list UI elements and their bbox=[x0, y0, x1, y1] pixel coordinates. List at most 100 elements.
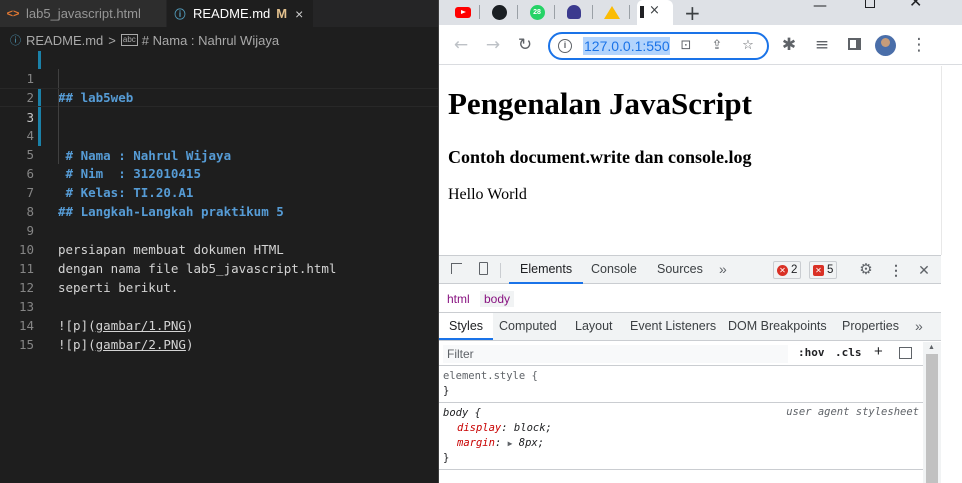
markdown-file-icon: ⓘ bbox=[174, 8, 186, 21]
close-devtools-icon[interactable]: ✕ bbox=[916, 262, 932, 278]
whatsapp-icon[interactable]: 28 bbox=[527, 3, 547, 21]
user-agent-rule: body { user agent stylesheet display: bl… bbox=[439, 403, 923, 470]
tab-styles[interactable]: Styles bbox=[439, 313, 494, 340]
element-style-rule: element.style { } bbox=[439, 366, 923, 403]
code-editor[interactable]: 1 ## lab5web 2 3 # Nama : Nahrul Wijaya … bbox=[0, 50, 440, 352]
github-icon[interactable] bbox=[489, 3, 509, 21]
tab-divider bbox=[629, 5, 630, 19]
site-info-icon[interactable]: i bbox=[558, 39, 572, 53]
page-scrollbar[interactable] bbox=[941, 66, 962, 255]
page-heading: Pengenalan JavaScript bbox=[448, 86, 752, 121]
tab-elements[interactable]: Elements bbox=[509, 256, 584, 284]
tab-divider bbox=[554, 5, 555, 19]
translate-icon[interactable]: ⊡ bbox=[678, 38, 694, 54]
chrome-window: 28 × + — ✕ ← → ↻ i 127.0.0.1:5500 ⊡ ⇪ ☆ … bbox=[438, 0, 962, 483]
tab-dom-breakpoints[interactable]: DOM Breakpoints bbox=[728, 313, 827, 340]
editor-line: 10 dengan nama file lab5_javascript.html bbox=[0, 221, 440, 276]
device-toolbar-icon[interactable] bbox=[475, 262, 491, 278]
reload-button[interactable]: ↻ bbox=[515, 35, 535, 55]
breadcrumb-file[interactable]: README.md bbox=[26, 33, 103, 48]
editor-line: 9 persiapan membuat dokumen HTML bbox=[0, 202, 440, 257]
crumb-html[interactable]: html bbox=[443, 291, 474, 307]
tab-readme-md[interactable]: ⓘ README.md M × bbox=[167, 0, 313, 27]
hover-state-toggle[interactable]: :hov bbox=[798, 346, 825, 359]
class-toggle[interactable]: .cls bbox=[835, 346, 862, 359]
page-subheading: Contoh document.write dan console.log bbox=[448, 147, 752, 167]
markdown-file-icon: ⓘ bbox=[10, 35, 21, 47]
close-icon[interactable]: × bbox=[295, 6, 303, 22]
css-value: block; bbox=[513, 422, 552, 434]
tab-computed[interactable]: Computed bbox=[499, 313, 557, 340]
editor-line-current: 3 # Nama : Nahrul Wijaya bbox=[0, 88, 440, 163]
minimize-button[interactable]: — bbox=[813, 0, 827, 14]
tab-lab5-javascript-html[interactable]: <> lab5_javascript.html bbox=[0, 0, 166, 27]
extensions-icon[interactable]: ✱ bbox=[779, 35, 799, 55]
url-text[interactable]: 127.0.0.1:5500 bbox=[583, 37, 670, 55]
rule-close-brace: } bbox=[443, 385, 450, 397]
expand-triangle-icon[interactable]: ▶ bbox=[508, 439, 513, 448]
new-style-rule-button[interactable]: + bbox=[874, 343, 883, 360]
scroll-up-icon[interactable]: ▲ bbox=[928, 344, 935, 351]
toggle-sidebar-icon[interactable] bbox=[899, 347, 912, 359]
new-tab-button[interactable]: + bbox=[684, 1, 701, 25]
scrollbar-thumb[interactable] bbox=[926, 354, 938, 483]
editor-line: 7 ## Langkah-Langkah praktikum 5 bbox=[0, 164, 440, 219]
editor-tab-bar: <> lab5_javascript.html ⓘ README.md M × bbox=[0, 0, 440, 27]
crumb-body[interactable]: body bbox=[480, 291, 515, 307]
youtube-icon[interactable] bbox=[453, 3, 473, 21]
profile-avatar[interactable] bbox=[875, 35, 896, 56]
styles-filter-input[interactable] bbox=[443, 345, 788, 363]
breadcrumb-separator: > bbox=[108, 32, 116, 48]
chrome-menu-icon[interactable]: ⋮ bbox=[909, 35, 929, 55]
side-panel-icon[interactable] bbox=[844, 35, 864, 55]
tab-event-listeners[interactable]: Event Listeners bbox=[630, 313, 716, 340]
css-declaration: display: block; bbox=[457, 422, 552, 434]
share-icon[interactable]: ⇪ bbox=[709, 38, 725, 54]
tab-layout[interactable]: Layout bbox=[575, 313, 613, 340]
styles-scrollbar[interactable]: ▲ bbox=[923, 342, 941, 483]
address-bar[interactable]: i 127.0.0.1:5500 ⊡ ⇪ ☆ bbox=[548, 32, 769, 60]
indent-guide bbox=[58, 69, 59, 88]
google-drive-icon[interactable] bbox=[602, 3, 622, 21]
tab-divider bbox=[592, 5, 593, 19]
css-property: display bbox=[457, 422, 502, 434]
editor-line: 12 bbox=[0, 259, 440, 295]
maximize-button[interactable] bbox=[865, 0, 875, 8]
forward-button[interactable]: → bbox=[483, 35, 503, 55]
breadcrumb: ⓘ README.md > abc # Nama : Nahrul Wijaya bbox=[0, 30, 440, 50]
style-rules-pane: element.style { } body { user agent styl… bbox=[439, 366, 923, 483]
rule-close-brace: } bbox=[443, 452, 450, 464]
rule-selector[interactable]: element.style { bbox=[443, 369, 919, 384]
tab-console[interactable]: Console bbox=[591, 256, 637, 284]
media-control-icon[interactable]: ≡ bbox=[812, 35, 832, 55]
more-subtabs-icon[interactable]: » bbox=[915, 313, 923, 340]
close-tab-icon[interactable]: × bbox=[649, 3, 660, 18]
image-link[interactable]: gambar/2.PNG bbox=[96, 337, 186, 352]
settings-gear-icon[interactable]: ⚙ bbox=[858, 262, 874, 278]
css-property: margin bbox=[457, 437, 495, 449]
window-edge bbox=[941, 255, 962, 483]
tab-sources[interactable]: Sources bbox=[657, 256, 703, 284]
back-button[interactable]: ← bbox=[451, 35, 471, 55]
bookmark-star-icon[interactable]: ☆ bbox=[740, 38, 756, 54]
editor-line: 15 bbox=[0, 316, 440, 352]
rule-origin: user agent stylesheet bbox=[786, 406, 919, 418]
browser-tab-strip: 28 × + — ✕ bbox=[439, 0, 962, 25]
html-file-icon: <> bbox=[6, 7, 20, 20]
issues-count-badge[interactable]: ✕ 5 bbox=[809, 261, 838, 279]
indent-guide bbox=[58, 126, 59, 145]
page-favicon bbox=[640, 6, 644, 18]
devtools-main-toolbar: Elements Console Sources » ✕ 2 ✕ 5 ⚙ ⋮ ✕ bbox=[439, 256, 941, 284]
devtools-menu-icon[interactable]: ⋮ bbox=[888, 262, 904, 278]
more-tabs-icon[interactable]: » bbox=[719, 256, 727, 284]
breadcrumb-symbol[interactable]: # Nama : Nahrul Wijaya bbox=[142, 33, 279, 48]
error-icon: ✕ bbox=[777, 264, 788, 276]
error-count-badge[interactable]: ✕ 2 bbox=[773, 261, 802, 279]
editor-line: 6 bbox=[0, 145, 440, 181]
tab-properties[interactable]: Properties bbox=[842, 313, 899, 340]
university-icon[interactable] bbox=[564, 3, 584, 21]
close-window-button[interactable]: ✕ bbox=[909, 0, 922, 10]
active-browser-tab[interactable]: × bbox=[637, 0, 673, 25]
inspect-element-icon[interactable] bbox=[448, 262, 464, 278]
issue-icon: ✕ bbox=[813, 264, 824, 276]
